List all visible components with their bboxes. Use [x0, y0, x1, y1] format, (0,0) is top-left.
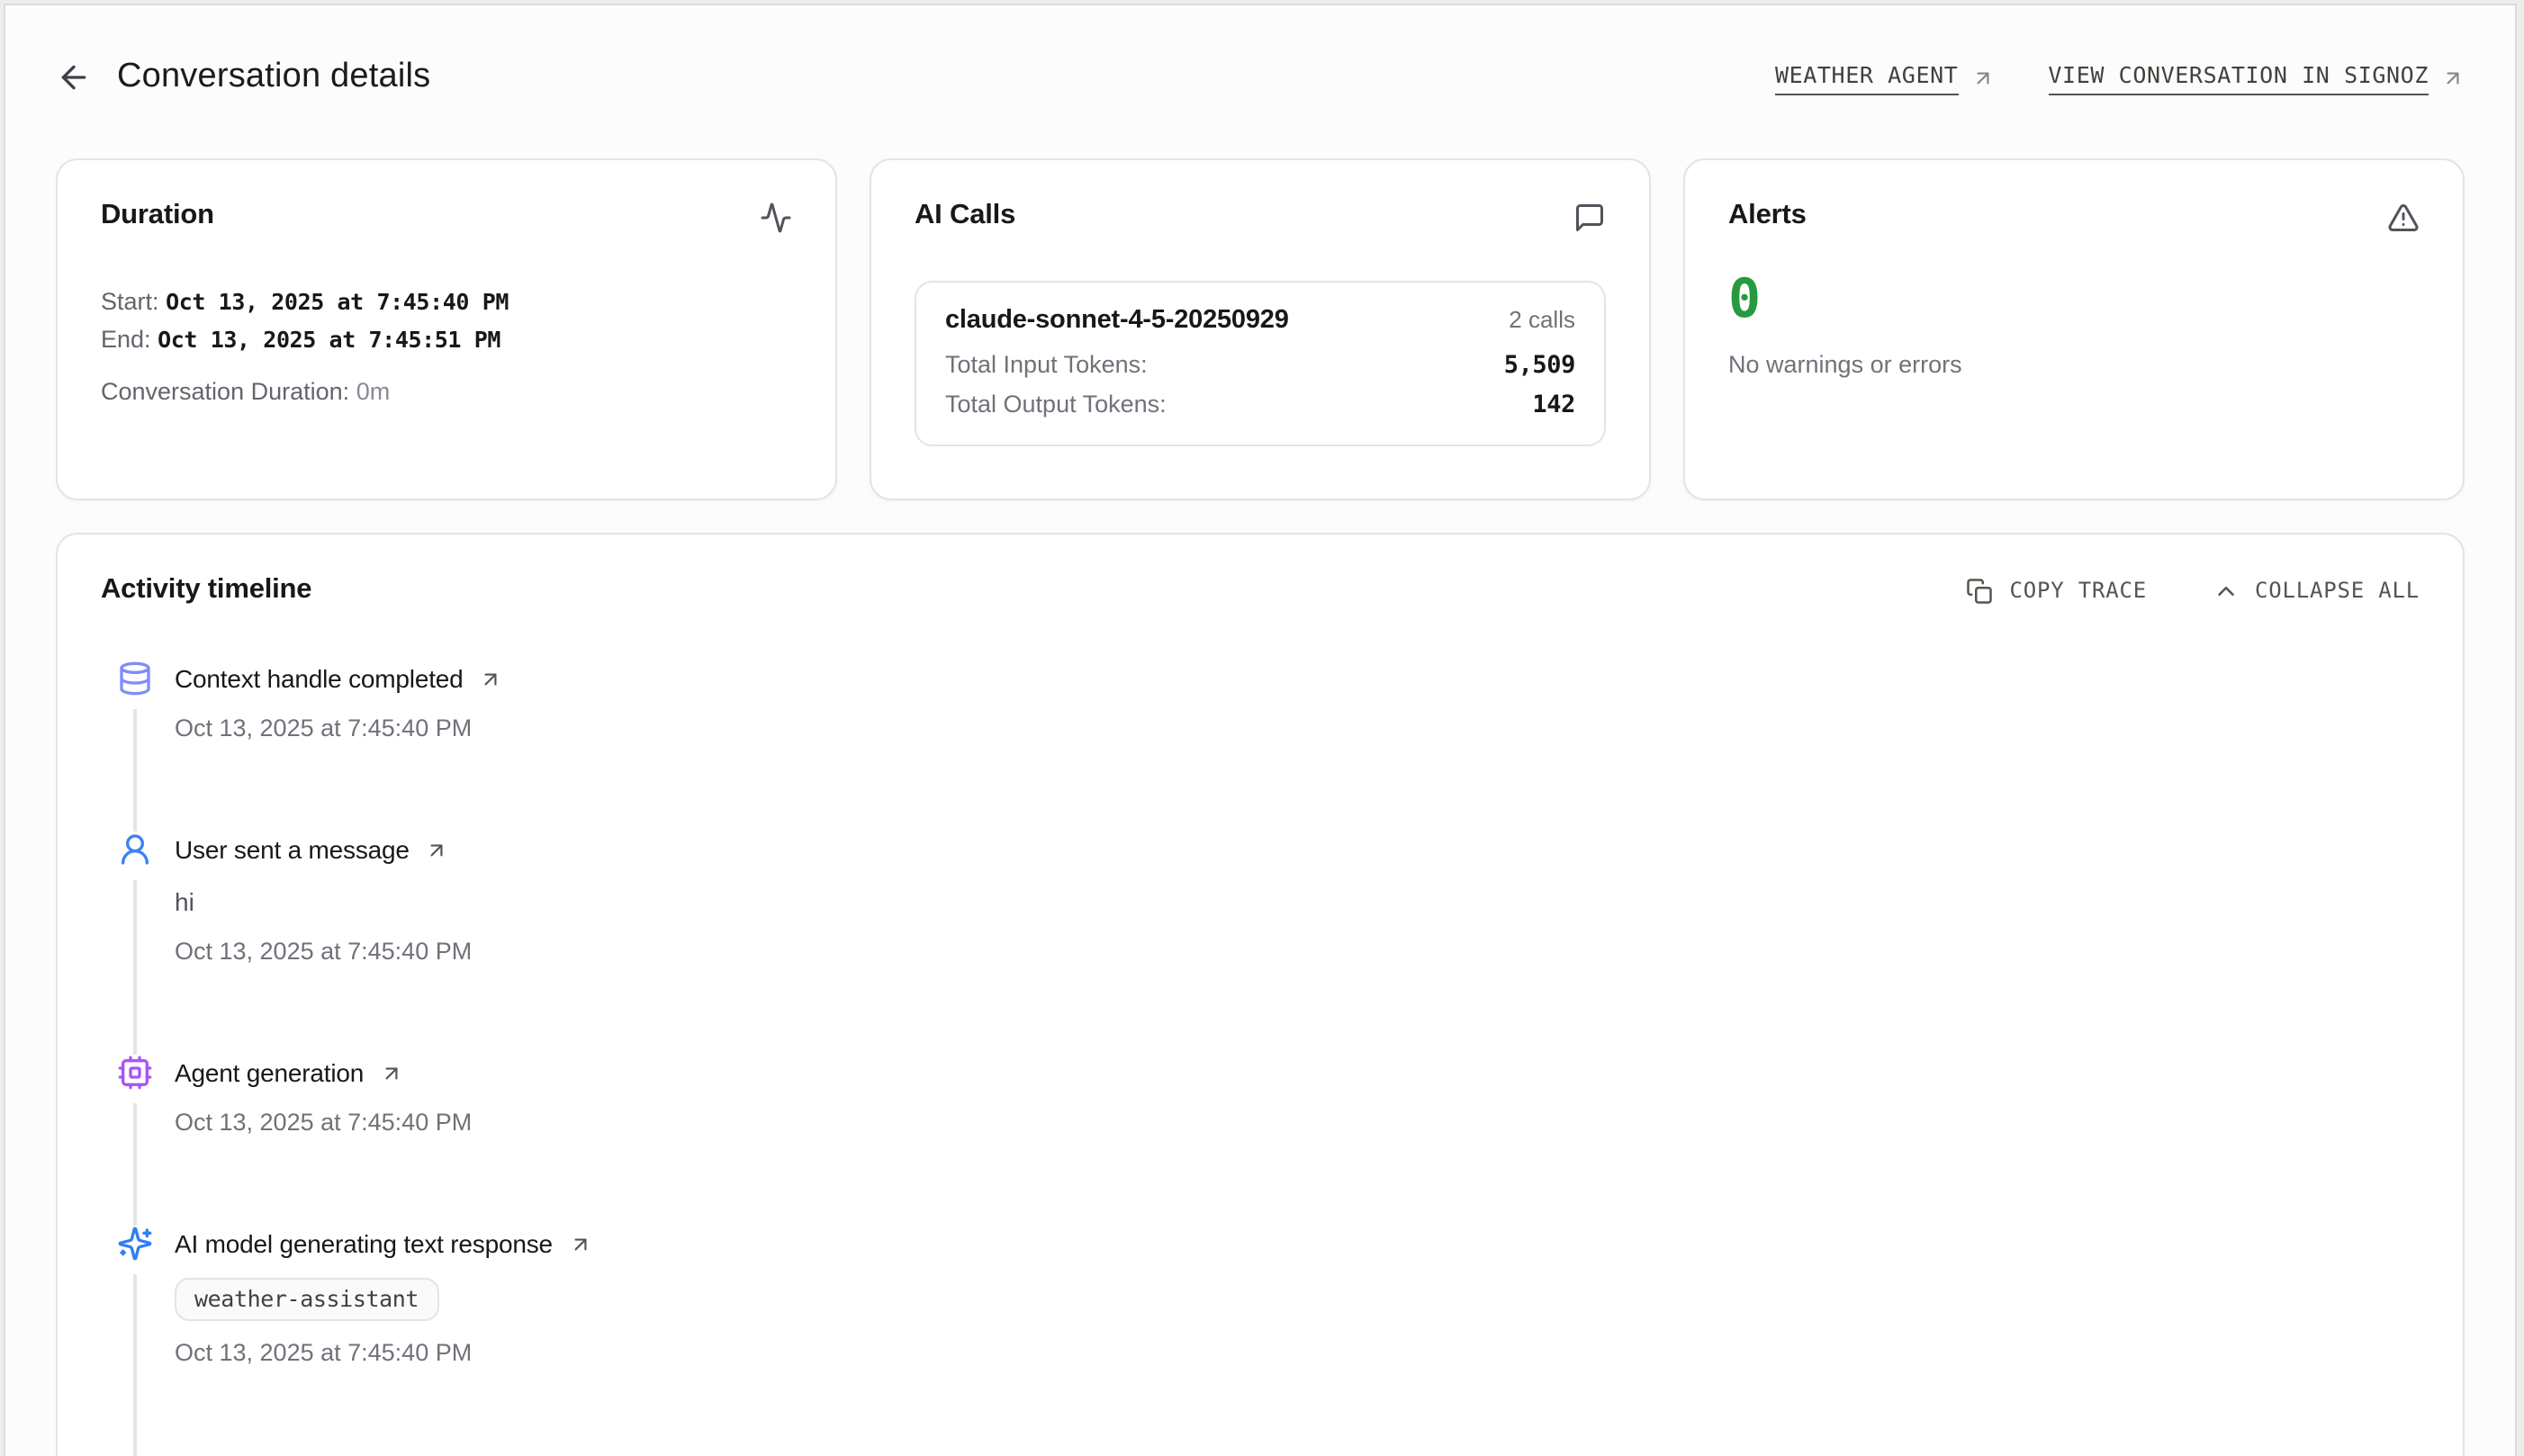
- triangle-alert-icon: [2387, 202, 2420, 234]
- event-title-link[interactable]: User sent a message: [175, 831, 472, 867]
- event-title: Context handle completed: [175, 661, 464, 697]
- timeline-connector: [134, 880, 137, 1055]
- arrow-left-icon: [56, 59, 92, 95]
- event-title-link[interactable]: AI model generating text response: [175, 1226, 592, 1262]
- arrow-up-right-icon: [569, 1232, 592, 1255]
- event-timestamp: Oct 13, 2025 at 7:45:40 PM: [175, 934, 472, 970]
- page-title: Conversation details: [117, 58, 430, 97]
- event-badge: weather-assistant: [175, 1278, 438, 1321]
- event-title-link[interactable]: Agent generation: [175, 1055, 472, 1091]
- event-gutter: [115, 1226, 155, 1456]
- page-surface: Conversation details WEATHER AGENT VIEW C…: [4, 4, 2517, 1456]
- output-tokens-row: Total Output Tokens: 142: [945, 391, 1575, 419]
- activity-icon: [760, 202, 792, 234]
- link-label: VIEW CONVERSATION IN SIGNOZ: [2048, 60, 2429, 94]
- alerts-message: No warnings or errors: [1728, 351, 2420, 378]
- timeline-event: Agent generation Oct 13, 2025 at 7:45:40 …: [115, 1055, 2420, 1226]
- end-time-row: End: Oct 13, 2025 at 7:45:51 PM: [101, 320, 792, 358]
- cpu-icon: [117, 1055, 153, 1091]
- chevron-up-icon: [2212, 577, 2239, 604]
- input-tokens-row: Total Input Tokens: 5,509: [945, 351, 1575, 380]
- event-timestamp: Oct 13, 2025 at 7:45:40 PM: [175, 1335, 592, 1371]
- arrow-up-right-icon: [2441, 66, 2465, 89]
- ai-calls-card: AI Calls claude-sonnet-4-5-20250929 2 ca…: [870, 158, 1651, 500]
- copy-trace-button[interactable]: COPY TRACE: [1967, 577, 2148, 604]
- input-tokens-value: 5,509: [1504, 351, 1575, 380]
- timeline-event: Context handle completed Oct 13, 2025 at …: [115, 661, 2420, 831]
- copy-trace-label: COPY TRACE: [2010, 578, 2148, 603]
- arrow-up-right-icon: [380, 1061, 403, 1084]
- start-time-row: Start: Oct 13, 2025 at 7:45:40 PM: [101, 283, 792, 320]
- copy-icon: [1967, 577, 1994, 604]
- timeline-event: User sent a message hi Oct 13, 2025 at 7:4…: [115, 831, 2420, 1055]
- event-content: AI model generating text response weather…: [175, 1226, 592, 1456]
- header-links: WEATHER AGENT VIEW CONVERSATION IN SIGNOZ: [1775, 60, 2465, 94]
- model-call-count: 2 calls: [1509, 306, 1575, 333]
- sparkles-icon: [117, 1226, 153, 1262]
- timeline-connector: [134, 1103, 137, 1226]
- arrow-up-right-icon: [426, 838, 449, 861]
- start-time-value: Oct 13, 2025 at 7:45:40 PM: [166, 288, 509, 315]
- alerts-card: Alerts 0 No warnings or errors: [1683, 158, 2465, 500]
- ai-calls-card-title: AI Calls: [915, 200, 1015, 232]
- link-label: WEATHER AGENT: [1775, 60, 1958, 94]
- model-usage-box: claude-sonnet-4-5-20250929 2 calls Total…: [915, 281, 1606, 446]
- event-title-link[interactable]: Context handle completed: [175, 661, 503, 697]
- activity-timeline-title: Activity timeline: [101, 574, 311, 607]
- output-tokens-value: 142: [1532, 391, 1575, 419]
- timeline-connector: [134, 1274, 137, 1456]
- message-square-icon: [1573, 202, 1606, 234]
- conversation-duration-row: Conversation Duration: 0m: [101, 373, 792, 410]
- duration-card: Duration Start: Oct 13, 2025 at 7:45:40 …: [56, 158, 837, 500]
- page-header: Conversation details WEATHER AGENT VIEW C…: [56, 27, 2465, 128]
- alerts-count: 0: [1728, 270, 2420, 331]
- model-name: claude-sonnet-4-5-20250929: [945, 306, 1289, 335]
- event-gutter: [115, 1055, 155, 1226]
- event-content: Context handle completed Oct 13, 2025 at …: [175, 661, 503, 831]
- event-title: User sent a message: [175, 831, 410, 867]
- summary-cards-row: Duration Start: Oct 13, 2025 at 7:45:40 …: [56, 158, 2465, 500]
- event-gutter: [115, 661, 155, 831]
- arrow-up-right-icon: [1970, 66, 1994, 89]
- view-conversation-in-signoz-link[interactable]: VIEW CONVERSATION IN SIGNOZ: [2048, 60, 2465, 94]
- event-title: AI model generating text response: [175, 1226, 553, 1262]
- end-time-value: Oct 13, 2025 at 7:45:51 PM: [158, 326, 500, 353]
- duration-card-title: Duration: [101, 200, 214, 232]
- arrow-up-right-icon: [480, 667, 503, 690]
- event-title: Agent generation: [175, 1055, 364, 1091]
- collapse-all-label: COLLAPSE ALL: [2255, 578, 2420, 603]
- timeline-events: Context handle completed Oct 13, 2025 at …: [101, 661, 2420, 1456]
- weather-agent-link[interactable]: WEATHER AGENT: [1775, 60, 1994, 94]
- event-content: User sent a message hi Oct 13, 2025 at 7:4…: [175, 831, 472, 1055]
- collapse-all-button[interactable]: COLLAPSE ALL: [2212, 577, 2420, 604]
- timeline-event: AI model generating text response weather…: [115, 1226, 2420, 1456]
- event-timestamp: Oct 13, 2025 at 7:45:40 PM: [175, 711, 503, 747]
- event-timestamp: Oct 13, 2025 at 7:45:40 PM: [175, 1105, 472, 1141]
- user-icon: [117, 831, 153, 867]
- activity-timeline-card: Activity timeline COPY TRACE COLLAPSE AL…: [56, 533, 2465, 1456]
- timeline-connector: [134, 709, 137, 831]
- alerts-card-title: Alerts: [1728, 200, 1807, 232]
- database-icon: [117, 661, 153, 697]
- event-gutter: [115, 831, 155, 1055]
- event-content: Agent generation Oct 13, 2025 at 7:45:40 …: [175, 1055, 472, 1226]
- back-button[interactable]: [56, 59, 92, 95]
- conversation-duration-value: 0m: [356, 378, 391, 405]
- event-message-body: hi: [175, 884, 472, 920]
